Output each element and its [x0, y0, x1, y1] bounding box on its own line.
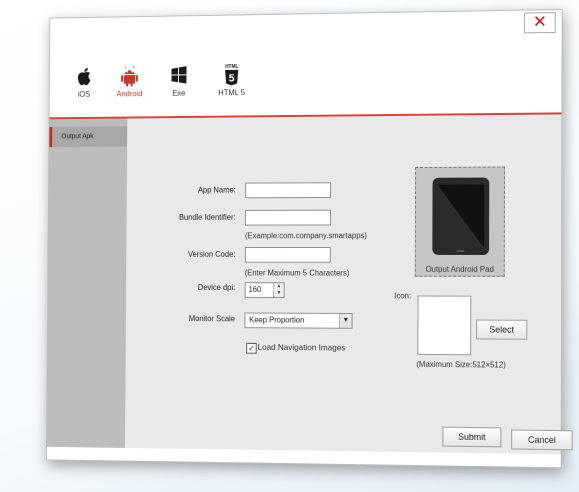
- select-icon-button[interactable]: Select: [476, 319, 528, 340]
- version-code-input[interactable]: [244, 247, 331, 263]
- bundle-identifier-hint: (Example:com.company.smartapps): [244, 231, 367, 241]
- apple-icon: [77, 67, 91, 86]
- tablet-icon: [432, 177, 490, 255]
- main-content: App Name: Bundle Identifier: (Example:co…: [124, 114, 573, 455]
- load-navigation-checkbox[interactable]: ✓: [246, 342, 257, 354]
- publish-dialog: ✕ iOS Android Exe HTML 5 HTML 5 Output A…: [45, 8, 573, 469]
- tab-exe[interactable]: Exe: [155, 63, 202, 98]
- device-dpi-stepper[interactable]: 160 ▲ ▼: [244, 282, 285, 298]
- device-dpi-label: Device dpi:: [197, 283, 236, 292]
- tab-html5[interactable]: HTML 5 HTML 5: [208, 62, 255, 98]
- tab-ios-label: iOS: [77, 89, 91, 99]
- device-dpi-value: 160: [248, 285, 262, 294]
- windows-icon: [171, 66, 187, 84]
- sidebar-item-output-apk[interactable]: Output Apk: [49, 126, 128, 148]
- close-button[interactable]: ✕: [524, 12, 556, 34]
- tab-exe-label: Exe: [172, 88, 186, 98]
- stepper-arrows-icon[interactable]: ▲ ▼: [273, 283, 284, 298]
- icon-size-hint: (Maximum Size:512×512): [416, 359, 506, 370]
- cancel-button[interactable]: Cancel: [511, 429, 573, 451]
- chevron-down-icon[interactable]: ▼: [339, 313, 352, 328]
- submit-button[interactable]: Submit: [442, 426, 502, 448]
- html5-badge-text: HTML: [225, 64, 238, 70]
- stage: ✕ iOS Android Exe HTML 5 HTML 5 Output A…: [45, 8, 579, 491]
- tab-ios[interactable]: iOS: [61, 64, 108, 99]
- tab-html5-label: HTML 5: [218, 88, 245, 98]
- sidebar: Output Apk: [46, 118, 128, 448]
- icon-label: Icon:: [394, 291, 412, 301]
- version-code-label: Version Code:: [187, 249, 236, 259]
- bundle-identifier-input[interactable]: [245, 209, 331, 226]
- bundle-identifier-label: Bundle Identifier:: [178, 212, 236, 222]
- icon-preview-box: [417, 295, 472, 356]
- monitor-scale-value: Keep Proportion: [249, 315, 305, 325]
- version-code-hint: (Enter Maximum 5 Characters): [244, 268, 350, 278]
- device-preview[interactable]: Output Android Pad: [414, 166, 506, 277]
- html5-icon: HTML 5: [225, 64, 239, 86]
- platform-tab-bar: iOS Android Exe HTML 5 HTML 5: [49, 39, 562, 120]
- tab-android[interactable]: Android: [106, 63, 153, 98]
- load-navigation-label[interactable]: Load Navigation Images: [258, 342, 346, 352]
- monitor-scale-select[interactable]: Keep Proportion ▼: [244, 312, 353, 329]
- app-name-input[interactable]: [245, 182, 332, 199]
- preview-label: Output Android Pad: [425, 264, 494, 274]
- android-icon: [121, 63, 138, 87]
- monitor-scale-label: Monitor Scale: [188, 314, 236, 324]
- tab-android-label: Android: [116, 89, 143, 99]
- html5-badge-number: 5: [229, 73, 235, 85]
- app-name-label: App Name:: [197, 185, 236, 195]
